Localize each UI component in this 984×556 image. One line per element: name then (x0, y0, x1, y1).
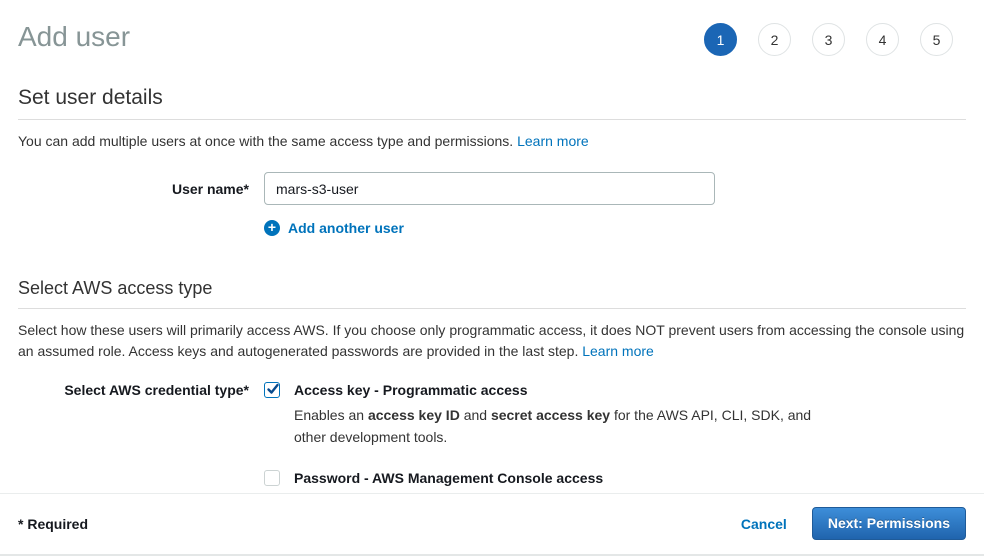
username-input[interactable] (264, 172, 715, 205)
access-key-checkbox[interactable] (264, 382, 280, 398)
step-4-indicator[interactable]: 4 (866, 23, 899, 56)
access-type-intro: Select how these users will primarily ac… (18, 320, 966, 362)
add-another-user-button[interactable]: + Add another user (264, 220, 404, 236)
username-form-row: User name* (18, 172, 966, 205)
wizard-header: Add user 1 2 3 4 5 (18, 0, 966, 56)
credential-type-label: Select AWS credential type* (18, 381, 264, 398)
access-key-option-desc: Enables an access key ID and secret acce… (294, 404, 822, 448)
desc-text-bold: access key ID (368, 407, 460, 423)
password-option-title: Password - AWS Management Console access (294, 469, 813, 487)
page-title: Add user (18, 20, 130, 54)
username-label: User name* (18, 181, 264, 197)
access-type-learn-more-link[interactable]: Learn more (582, 343, 654, 359)
step-1-indicator[interactable]: 1 (704, 23, 737, 56)
access-key-option-title: Access key - Programmatic access (294, 381, 822, 399)
access-key-option-body: Access key - Programmatic access Enables… (294, 381, 822, 448)
footer-actions: Cancel Next: Permissions (741, 507, 966, 540)
password-checkbox[interactable] (264, 470, 280, 486)
next-permissions-button[interactable]: Next: Permissions (812, 507, 966, 540)
intro-text: You can add multiple users at once with … (18, 133, 517, 149)
plus-circle-icon: + (264, 220, 280, 236)
set-user-details-intro: You can add multiple users at once with … (18, 131, 966, 152)
set-user-details-heading: Set user details (18, 86, 966, 120)
step-5-number: 5 (933, 32, 941, 48)
access-key-option: Access key - Programmatic access Enables… (264, 381, 822, 448)
step-2-indicator[interactable]: 2 (758, 23, 791, 56)
required-note: * Required (18, 516, 88, 532)
add-another-user-label: Add another user (288, 220, 404, 236)
add-user-wizard-page: Add user 1 2 3 4 5 Set user details You … (0, 0, 984, 514)
access-type-heading: Select AWS access type (18, 278, 966, 309)
desc-text: and (460, 407, 491, 423)
step-3-number: 3 (825, 32, 833, 48)
step-2-number: 2 (771, 32, 779, 48)
wizard-footer: * Required Cancel Next: Permissions (0, 493, 984, 556)
desc-text-bold: secret access key (491, 407, 610, 423)
user-details-learn-more-link[interactable]: Learn more (517, 133, 589, 149)
step-3-indicator[interactable]: 3 (812, 23, 845, 56)
access-type-intro-text: Select how these users will primarily ac… (18, 322, 964, 359)
step-1-number: 1 (717, 32, 725, 48)
step-5-indicator[interactable]: 5 (920, 23, 953, 56)
checkmark-icon (266, 382, 280, 396)
wizard-step-indicator: 1 2 3 4 5 (704, 20, 966, 56)
step-4-number: 4 (879, 32, 887, 48)
cancel-button[interactable]: Cancel (741, 516, 787, 532)
desc-text: Enables an (294, 407, 368, 423)
